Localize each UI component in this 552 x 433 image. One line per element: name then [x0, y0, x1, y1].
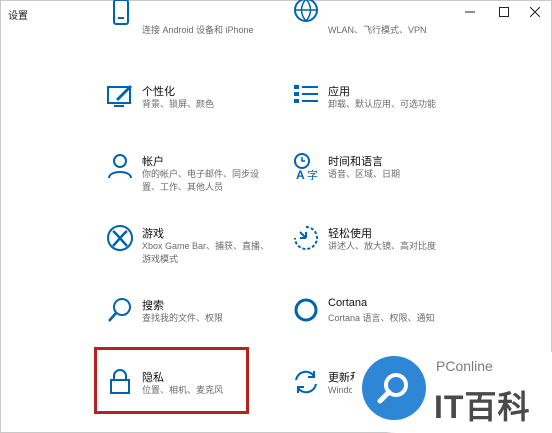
apps-list-icon [292, 82, 320, 110]
tile-ease-name: 轻松使用 [328, 228, 372, 240]
cortana-icon [292, 296, 320, 324]
tile-ease-desc: 讲述人、放大镜、高对比度 [328, 241, 437, 251]
personalization-icon [106, 82, 134, 110]
tile-network-desc: WLAN、飞行模式、VPN [328, 25, 427, 35]
tile-accounts-name: 帐户 [142, 156, 164, 168]
magnifier-logo-icon [362, 356, 426, 420]
tile-cortana-desc: Cortana 语言、权限、通知 [328, 313, 435, 323]
time-language-icon: A字 [292, 152, 320, 182]
tile-gaming-name: 游戏 [142, 228, 164, 240]
tile-time-desc: 语音、区域、日期 [328, 169, 401, 179]
ease-of-access-icon [292, 224, 320, 252]
search-icon [106, 296, 134, 324]
watermark-brand: PConline [436, 358, 493, 374]
tile-accounts-desc: 你的帐户、电子邮件、同步设置、工作、其他人员 [142, 169, 260, 192]
tile-network[interactable]: WLAN、飞行模式、VPN [292, 0, 532, 40]
tile-time-language[interactable]: A字 时间和语言 语音、区域、日期 [292, 152, 532, 210]
tile-cortana-name: Cortana [328, 297, 368, 309]
tile-time-name: 时间和语言 [328, 156, 383, 168]
tile-gaming-desc: Xbox Game Bar、捕获、直播、游戏模式 [142, 241, 270, 264]
tile-ease-of-access[interactable]: 轻松使用 讲述人、放大镜、高对比度 [292, 224, 532, 282]
window-title: 设置 [8, 11, 28, 22]
refresh-icon [292, 368, 320, 396]
privacy-highlight-box [94, 347, 249, 414]
svg-text:A: A [296, 168, 305, 180]
tile-apps[interactable]: 应用 卸载、默认应用、可选功能 [292, 82, 532, 140]
tile-personalization-name: 个性化 [142, 86, 175, 98]
globe-icon [292, 0, 320, 26]
xbox-icon [106, 224, 134, 252]
phone-icon [106, 0, 134, 26]
tile-apps-name: 应用 [328, 86, 350, 98]
watermark-logo-text: IT百科 [434, 389, 531, 425]
person-icon [106, 152, 134, 180]
svg-text:字: 字 [307, 168, 318, 180]
tile-search-name: 搜索 [142, 300, 164, 312]
tile-apps-desc: 卸载、默认应用、可选功能 [328, 99, 437, 109]
